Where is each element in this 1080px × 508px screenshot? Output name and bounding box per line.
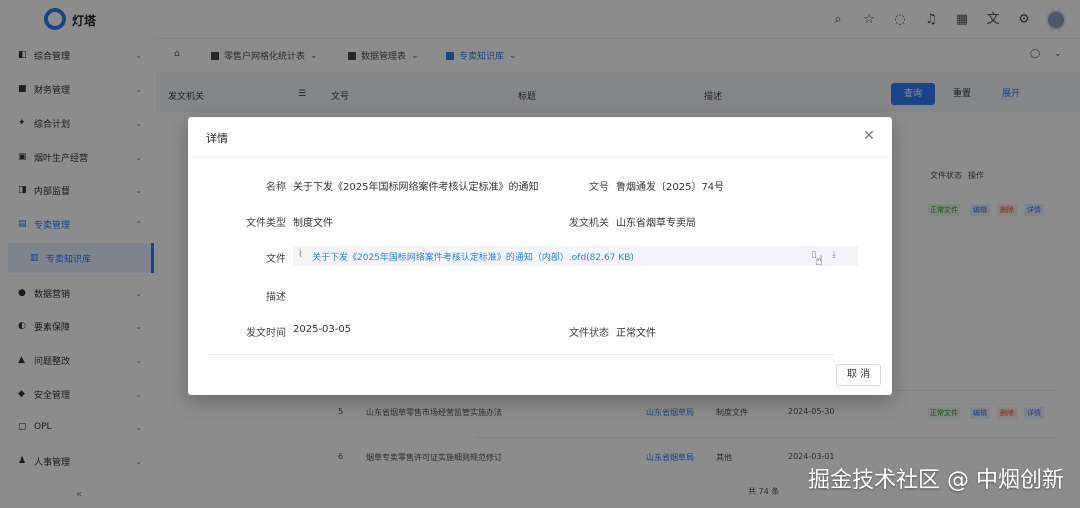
status-value: 正常文件 xyxy=(616,328,656,339)
pointer-cursor-icon: ☝ xyxy=(815,254,823,269)
modal-header: 详情 ✕ xyxy=(188,117,892,157)
file-link[interactable]: 关于下发《2025年国标网络案件考核认定标准》的通知（内部）.ofd(82.67… xyxy=(312,250,634,263)
org-label: 发文机关 xyxy=(569,218,609,229)
modal-title: 详情 xyxy=(206,132,228,145)
close-icon[interactable]: ✕ xyxy=(860,127,878,145)
date-label: 发文时间 xyxy=(246,328,286,339)
download-icon[interactable]: ⤓ xyxy=(828,248,840,262)
detail-modal: 详情 ✕ 名称 关于下发《2025年国标网络案件考核认定标准》的通知 文号 鲁烟… xyxy=(188,117,892,395)
cancel-button[interactable]: 取 消 xyxy=(836,364,881,386)
watermark: 掘金技术社区 @ 中烟创新 xyxy=(808,468,1064,493)
name-label: 名称 xyxy=(266,182,286,193)
desc-label: 描述 xyxy=(266,292,286,303)
type-label: 文件类型 xyxy=(246,218,286,229)
status-label: 文件状态 xyxy=(569,328,609,339)
name-value: 关于下发《2025年国标网络案件考核认定标准》的通知 xyxy=(293,182,539,193)
org-value: 山东省烟草专卖局 xyxy=(616,218,696,229)
file-label: 文件 xyxy=(266,254,286,265)
date-value: 2025-03-05 xyxy=(293,324,352,335)
docno-value: 鲁烟通发〔2025〕74号 xyxy=(616,182,725,193)
docno-label: 文号 xyxy=(589,182,609,193)
file-actions: ▯ ⤓ xyxy=(808,248,840,262)
footer-divider xyxy=(208,354,834,355)
type-value: 制度文件 xyxy=(293,218,333,229)
file-attachment: ⌇ 关于下发《2025年国标网络案件考核认定标准》的通知（内部）.ofd(82.… xyxy=(293,246,858,266)
paperclip-icon: ⌇ xyxy=(298,249,303,260)
